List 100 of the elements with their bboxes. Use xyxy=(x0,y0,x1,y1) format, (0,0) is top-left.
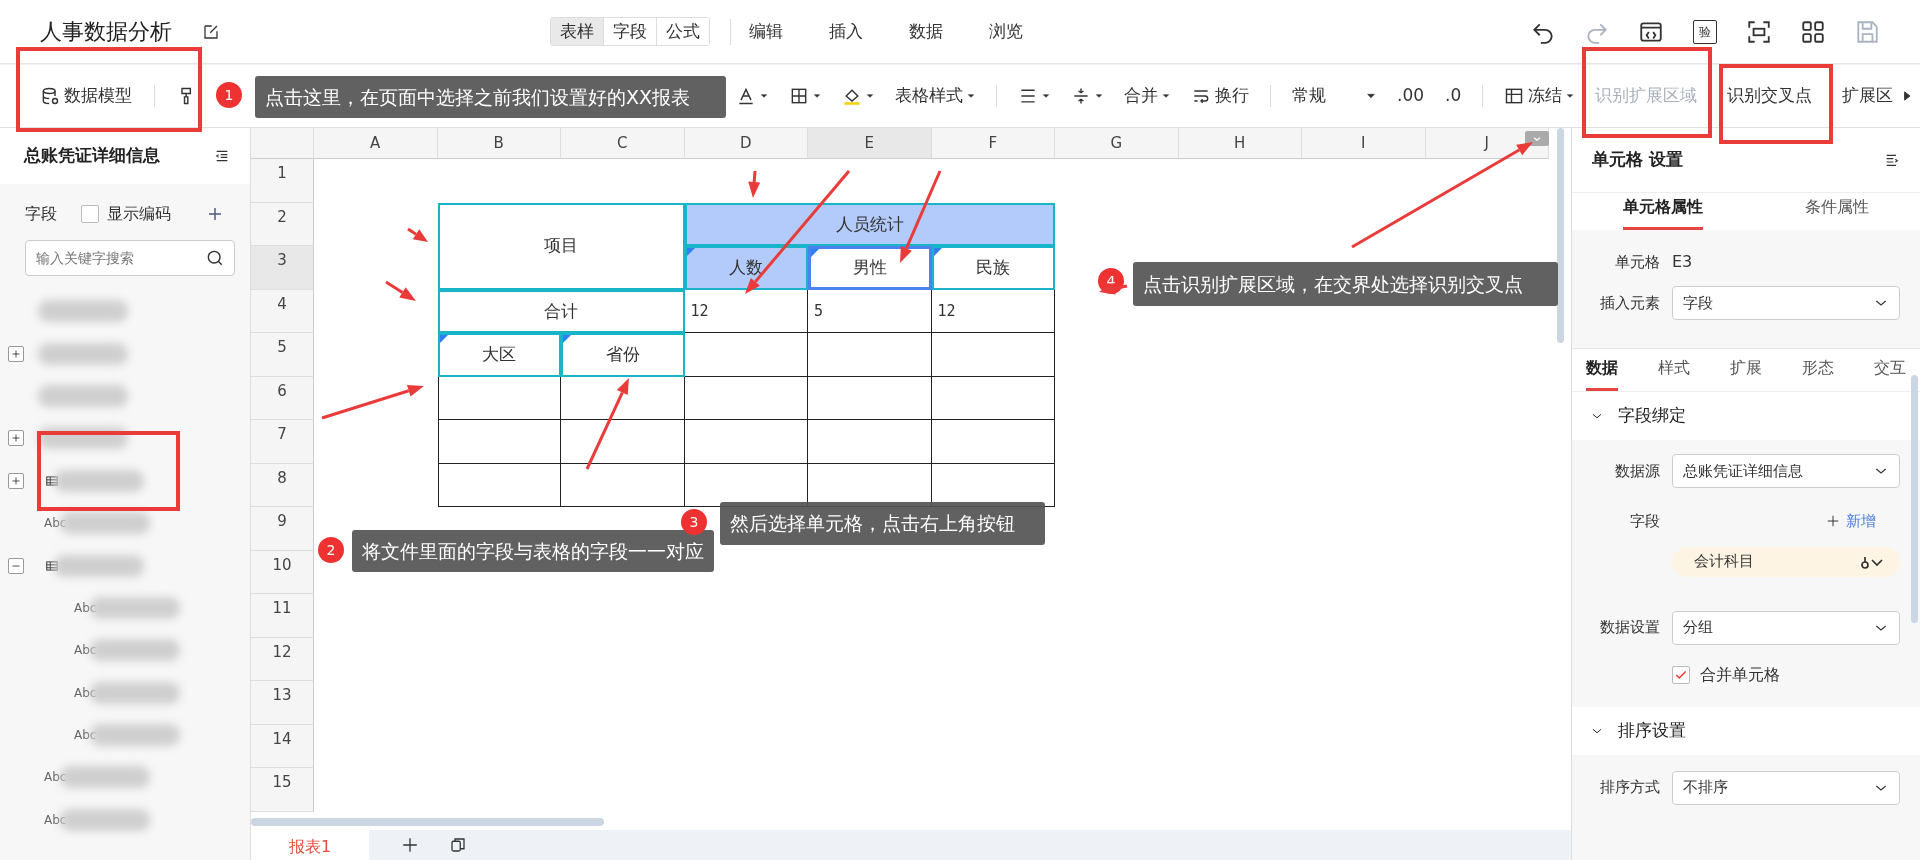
row-header[interactable]: 13 xyxy=(251,681,314,725)
row-header[interactable]: 9 xyxy=(251,507,314,551)
table-cell[interactable] xyxy=(931,333,1055,377)
row-header[interactable]: 5 xyxy=(251,333,314,377)
format-select[interactable]: 常规 xyxy=(1292,82,1376,109)
toolbar-button[interactable]: 识别交叉点 xyxy=(1727,82,1813,109)
scrollbar[interactable] xyxy=(251,818,604,826)
view-tab[interactable]: 表样 xyxy=(551,17,603,46)
dropdown-icon[interactable] xyxy=(1860,554,1886,569)
panel-tab[interactable]: 条件属性 xyxy=(1805,195,1869,230)
copy-icon[interactable] xyxy=(449,836,467,854)
row-header[interactable]: 3 xyxy=(251,246,314,290)
select-field[interactable]: 分组 xyxy=(1672,610,1900,645)
table-cell[interactable] xyxy=(931,376,1055,420)
table-cell[interactable] xyxy=(561,420,685,464)
table-cell[interactable]: 人数 xyxy=(684,246,808,290)
column-header[interactable]: D xyxy=(684,128,808,159)
grid-icon[interactable] xyxy=(1800,18,1826,45)
panel-tab[interactable]: 扩展 xyxy=(1730,356,1762,391)
scan-icon[interactable] xyxy=(1746,18,1772,45)
collapse-icon[interactable] xyxy=(214,148,230,164)
panel-tab[interactable]: 单元格属性 xyxy=(1623,195,1703,230)
row-header[interactable]: 2 xyxy=(251,202,314,246)
scrollbar[interactable] xyxy=(1556,128,1564,343)
column-header[interactable]: C xyxy=(561,128,685,159)
table-cell[interactable] xyxy=(437,463,561,507)
panel-tab[interactable]: 交互 xyxy=(1874,356,1906,391)
select-field[interactable]: 总账凭证详细信息 xyxy=(1672,454,1900,488)
dropdown-button[interactable] xyxy=(1525,131,1549,146)
menu-item[interactable]: 编辑 xyxy=(749,18,783,45)
expand-toggle[interactable] xyxy=(8,345,24,362)
table-cell[interactable] xyxy=(684,376,808,420)
table-cell[interactable] xyxy=(931,420,1055,464)
row-header[interactable]: 15 xyxy=(251,768,314,812)
column-header[interactable]: E xyxy=(808,128,932,159)
table-cell[interactable]: 民族 xyxy=(931,246,1055,290)
table-cell[interactable]: 人员统计 xyxy=(684,202,1055,246)
table-cell[interactable] xyxy=(808,376,932,420)
table-cell[interactable]: 12 xyxy=(684,289,808,333)
row-header[interactable]: 4 xyxy=(251,289,314,333)
add-button[interactable]: 新增 xyxy=(1826,510,1876,533)
toolbar-button[interactable]: 数据模型 xyxy=(40,82,132,109)
table-cell[interactable]: 男性 xyxy=(808,246,932,290)
column-header[interactable]: F xyxy=(931,128,1055,159)
show-code-checkbox[interactable] xyxy=(81,205,99,223)
row-header[interactable]: 8 xyxy=(251,463,314,507)
expand-toggle[interactable] xyxy=(8,472,24,489)
table-cell[interactable] xyxy=(437,376,561,420)
row-header[interactable]: 6 xyxy=(251,376,314,420)
add-sheet-icon[interactable] xyxy=(401,836,419,854)
add-icon[interactable] xyxy=(207,206,223,222)
expand-toggle[interactable] xyxy=(8,557,24,574)
field-chip[interactable]: 会计科目 xyxy=(1672,546,1900,577)
column-header[interactable]: H xyxy=(1178,128,1302,159)
row-header[interactable]: 10 xyxy=(251,550,314,594)
panel-tab[interactable]: 形态 xyxy=(1802,356,1834,391)
menu-item[interactable]: 数据 xyxy=(909,18,943,45)
column-header[interactable]: A xyxy=(314,128,438,159)
row-header[interactable]: 1 xyxy=(251,159,314,203)
table-cell[interactable]: 12 xyxy=(931,289,1055,333)
row-header[interactable]: 12 xyxy=(251,637,314,681)
table-cell[interactable] xyxy=(684,333,808,377)
row-header[interactable]: 11 xyxy=(251,594,314,638)
section-header[interactable]: 字段绑定 xyxy=(1572,392,1920,440)
select-field[interactable]: 字段 xyxy=(1672,286,1900,320)
table-cell[interactable] xyxy=(808,333,932,377)
column-header[interactable]: G xyxy=(1055,128,1179,159)
menu-item[interactable]: 插入 xyxy=(829,18,863,45)
column-header[interactable]: B xyxy=(437,128,561,159)
panel-menu-icon[interactable] xyxy=(1884,152,1900,168)
row-header[interactable]: 7 xyxy=(251,420,314,464)
table-cell[interactable] xyxy=(561,463,685,507)
toolbar-button[interactable]: 冻结 xyxy=(1504,82,1575,109)
toolbar-button[interactable]: .00 xyxy=(1397,82,1425,109)
table-cell[interactable] xyxy=(561,376,685,420)
section-header[interactable]: 排序设置 xyxy=(1572,706,1920,755)
search-field[interactable]: 输入关键字搜索 xyxy=(25,240,235,276)
view-tab[interactable]: 公式 xyxy=(656,17,709,46)
table-cell[interactable] xyxy=(684,420,808,464)
scrollbar[interactable] xyxy=(1911,375,1918,623)
expand-toggle[interactable] xyxy=(8,430,24,447)
table-cell[interactable]: 省份 xyxy=(561,333,685,377)
table-cell[interactable]: 大区 xyxy=(437,333,561,377)
select-field[interactable]: 不排序 xyxy=(1672,770,1900,805)
sheet-tab[interactable]: 报表1 xyxy=(251,830,369,860)
checkbox[interactable] xyxy=(1672,665,1690,684)
panel-tab[interactable]: 样式 xyxy=(1658,356,1690,391)
toolbar-button[interactable]: 合并 xyxy=(1124,82,1170,109)
toolbar-button[interactable]: .0 xyxy=(1445,82,1462,109)
column-header[interactable]: I xyxy=(1302,128,1426,159)
toolbar-button[interactable]: 表格样式 xyxy=(895,82,975,109)
toolbar-button[interactable]: 换行 xyxy=(1191,82,1249,109)
table-cell[interactable] xyxy=(808,420,932,464)
edit-icon[interactable] xyxy=(202,22,220,41)
table-cell[interactable]: 5 xyxy=(808,289,932,333)
menu-item[interactable]: 浏览 xyxy=(989,18,1023,45)
row-header[interactable]: 14 xyxy=(251,724,314,768)
table-cell[interactable] xyxy=(437,420,561,464)
table-cell[interactable]: 合计 xyxy=(437,289,685,333)
table-cell[interactable]: 项目 xyxy=(437,202,685,290)
